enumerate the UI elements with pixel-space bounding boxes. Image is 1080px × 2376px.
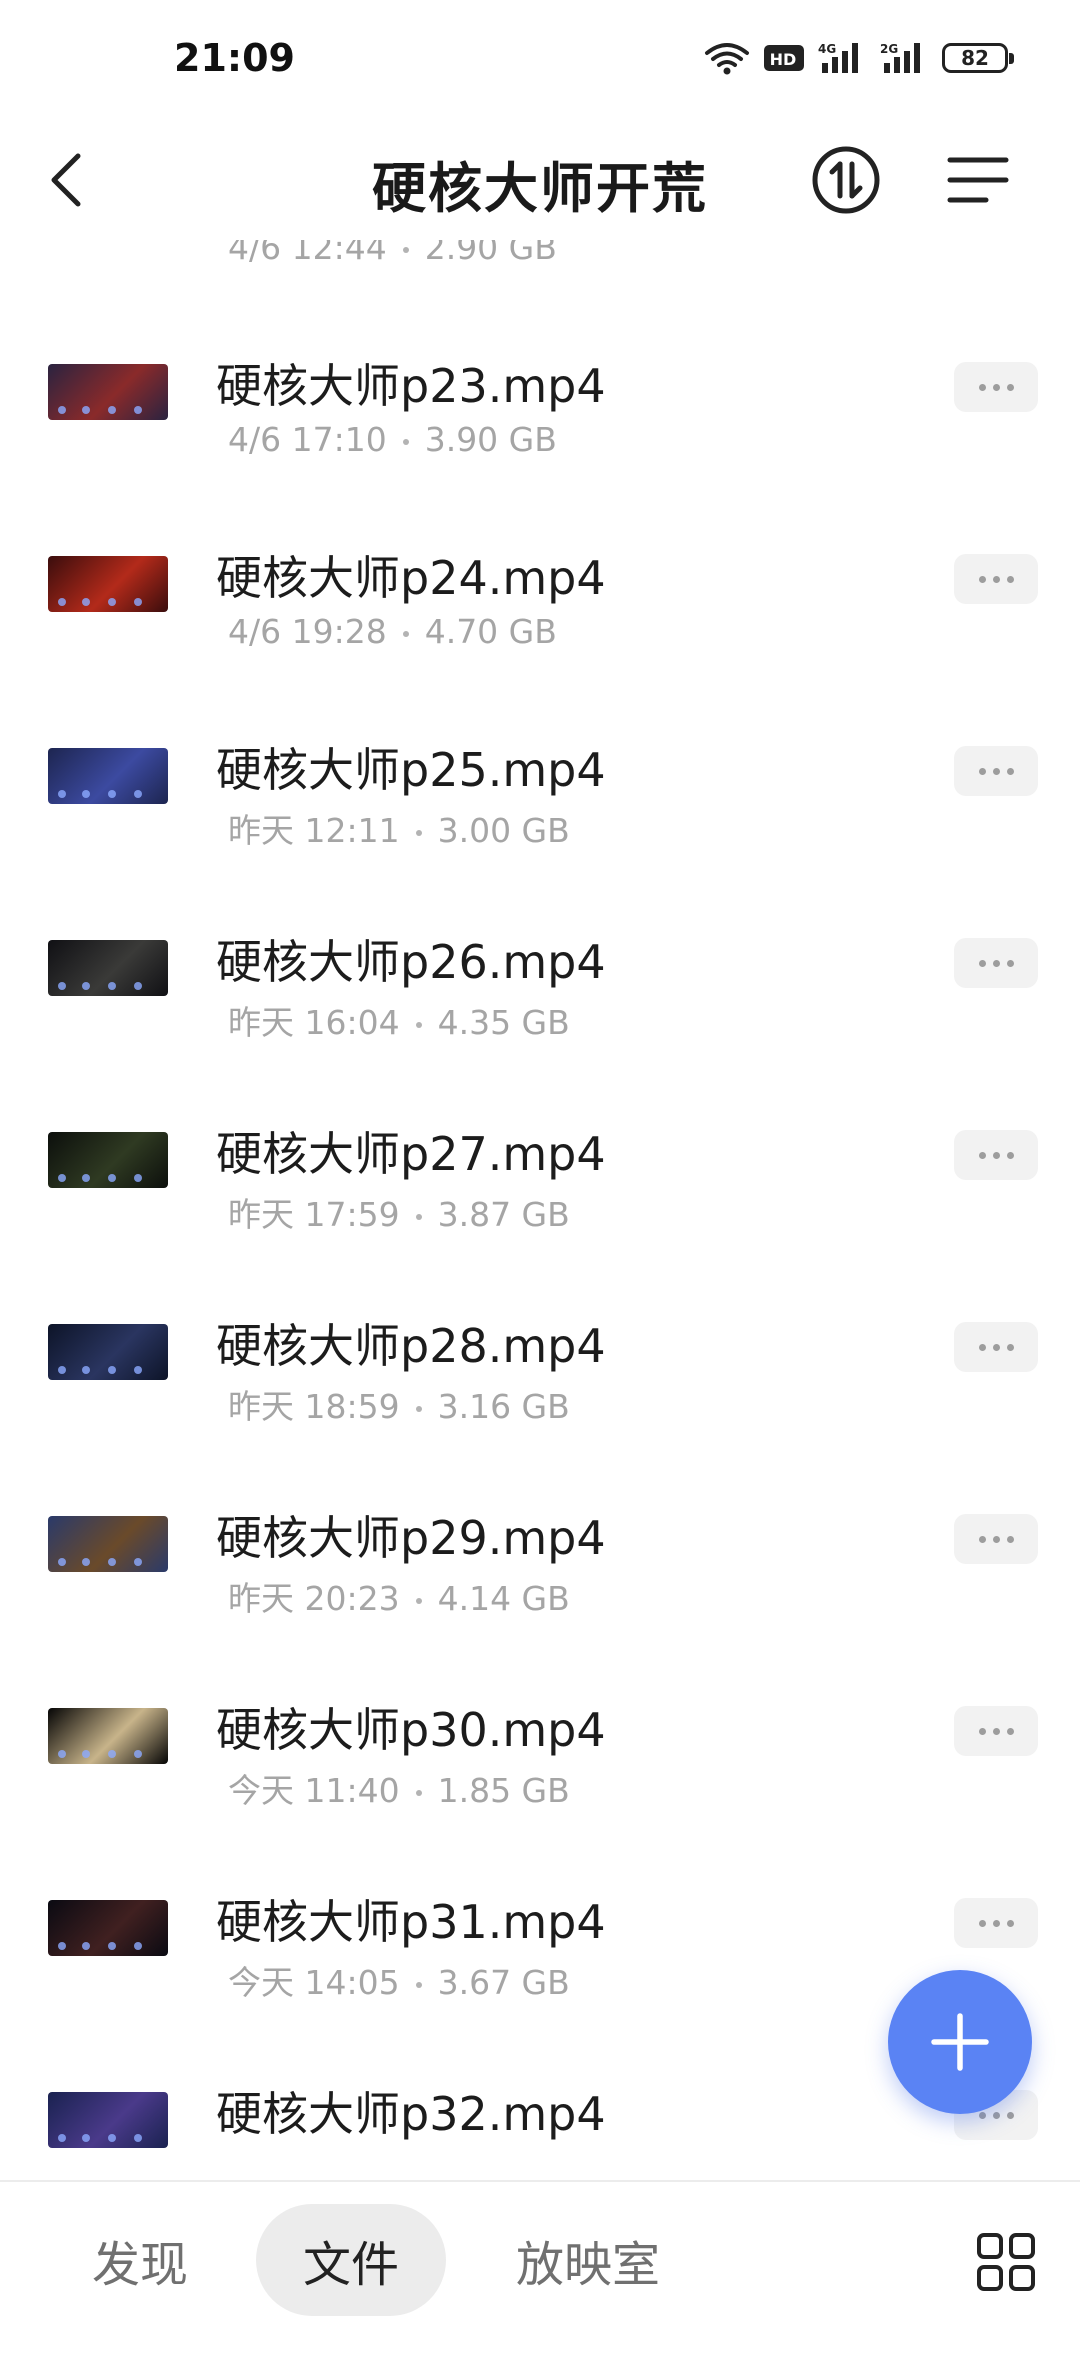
file-row[interactable]: 硬核大师p26.mp4 昨天 16:04 4.35 GB	[0, 844, 1080, 1042]
signal-4g-label: 4G	[818, 42, 836, 56]
separator-dot	[415, 1789, 422, 1796]
video-thumbnail[interactable]	[48, 940, 168, 996]
hd-icon: HD	[764, 45, 804, 71]
file-name[interactable]: 硬核大师p24.mp4	[216, 542, 606, 608]
video-thumbnail[interactable]	[48, 556, 168, 612]
menu-button[interactable]	[944, 146, 1012, 214]
status-icons: HD 4G 2G 82	[704, 38, 1014, 78]
file-row[interactable]: 硬核大师p25.mp4 昨天 12:11 3.00 GB	[0, 652, 1080, 850]
file-row[interactable]: 硬核大师p23.mp4 4/6 17:10 3.90 GB	[0, 268, 1080, 460]
more-icon	[978, 1343, 1014, 1351]
file-meta: 4/6 17:10 3.90 GB	[228, 420, 557, 459]
file-row[interactable]: 硬核大师p24.mp4 4/6 19:28 4.70 GB	[0, 460, 1080, 652]
file-meta: 4/6 12:44 2.90 GB	[228, 240, 557, 267]
more-icon	[978, 959, 1014, 967]
file-modified-time: 4/6 19:28	[228, 612, 387, 651]
file-name[interactable]: 硬核大师p31.mp4	[216, 1886, 606, 1952]
plus-icon	[931, 2013, 989, 2071]
file-row[interactable]: 硬核大师p30.mp4 今天 11:40 1.85 GB	[0, 1612, 1080, 1810]
battery-icon: 82	[942, 43, 1014, 73]
more-icon	[978, 2111, 1014, 2119]
file-row[interactable]: 硬核大师p28.mp4 昨天 18:59 3.16 GB	[0, 1228, 1080, 1426]
more-options-button[interactable]	[954, 1130, 1038, 1180]
separator-dot	[402, 438, 409, 445]
sort-button[interactable]	[810, 144, 882, 216]
video-thumbnail[interactable]	[48, 1900, 168, 1956]
separator-dot	[415, 829, 422, 836]
bottom-nav: 发现 文件 放映室	[0, 2180, 1080, 2376]
hd-label: HD	[770, 50, 797, 69]
separator-dot	[415, 1405, 422, 1412]
more-options-button[interactable]	[954, 1898, 1038, 1948]
file-name[interactable]: 硬核大师p27.mp4	[216, 1118, 606, 1184]
video-thumbnail[interactable]	[48, 1324, 168, 1380]
more-icon	[978, 1151, 1014, 1159]
separator-dot	[402, 630, 409, 637]
video-thumbnail[interactable]	[48, 2092, 168, 2148]
video-thumbnail[interactable]	[48, 748, 168, 804]
video-thumbnail[interactable]	[48, 364, 168, 420]
wifi-icon	[705, 43, 749, 75]
video-thumbnail[interactable]	[48, 1132, 168, 1188]
more-options-button[interactable]	[954, 1706, 1038, 1756]
video-thumbnail[interactable]	[48, 1516, 168, 1572]
more-icon	[978, 767, 1014, 775]
file-name[interactable]: 硬核大师p26.mp4	[216, 926, 606, 992]
separator-dot	[415, 1981, 422, 1988]
file-size: 3.90 GB	[424, 420, 557, 459]
file-modified-time: 4/6 17:10	[228, 420, 387, 459]
separator-dot	[402, 246, 409, 253]
file-row[interactable]: 硬核大师p31.mp4 今天 14:05 3.67 GB	[0, 1804, 1080, 2002]
signal-2g-icon: 2G	[880, 42, 920, 73]
tab-theater[interactable]: 放映室	[496, 2204, 680, 2316]
more-options-button[interactable]	[954, 746, 1038, 796]
add-button[interactable]	[888, 1970, 1032, 2114]
more-options-button[interactable]	[954, 1514, 1038, 1564]
menu-icon	[947, 157, 1009, 203]
separator-dot	[415, 1021, 422, 1028]
video-thumbnail[interactable]	[48, 1708, 168, 1764]
more-options-button[interactable]	[954, 938, 1038, 988]
grid-view-button[interactable]	[976, 2232, 1036, 2292]
file-name[interactable]: 硬核大师p25.mp4	[216, 734, 606, 800]
separator-dot	[415, 1213, 422, 1220]
signal-2g-label: 2G	[880, 42, 898, 56]
status-bar: 21:09 HD 4G 2G 82	[0, 0, 1080, 120]
more-icon	[978, 1727, 1014, 1735]
file-row[interactable]: 4/6 12:44 2.90 GB	[0, 240, 1080, 268]
file-name[interactable]: 硬核大师p30.mp4	[216, 1694, 606, 1760]
page-title: 硬核大师开荒	[372, 157, 708, 220]
file-name[interactable]: 硬核大师p32.mp4	[216, 2078, 606, 2144]
grid-icon	[977, 2233, 1035, 2291]
header: 硬核大师开荒	[0, 120, 1080, 240]
status-time: 21:09	[174, 36, 295, 80]
file-name[interactable]: 硬核大师p28.mp4	[216, 1310, 606, 1376]
file-name[interactable]: 硬核大师p23.mp4	[216, 350, 606, 416]
separator-dot	[415, 1597, 422, 1604]
tab-discover[interactable]: 发现	[60, 2204, 220, 2316]
more-options-button[interactable]	[954, 1322, 1038, 1372]
tab-files[interactable]: 文件	[256, 2204, 446, 2316]
more-options-button[interactable]	[954, 362, 1038, 412]
file-meta: 4/6 19:28 4.70 GB	[228, 612, 557, 651]
sort-icon	[812, 146, 880, 214]
file-row[interactable]: 硬核大师p27.mp4 昨天 17:59 3.87 GB	[0, 1036, 1080, 1234]
file-row[interactable]: 硬核大师p29.mp4 昨天 20:23 4.14 GB	[0, 1420, 1080, 1618]
battery-level: 82	[961, 46, 989, 70]
file-size: 2.90 GB	[424, 240, 557, 267]
file-name[interactable]: 硬核大师p29.mp4	[216, 1502, 606, 1568]
more-icon	[978, 1919, 1014, 1927]
file-size: 4.70 GB	[424, 612, 557, 651]
file-modified-time: 4/6 12:44	[228, 240, 387, 267]
more-icon	[978, 1535, 1014, 1543]
more-icon	[978, 383, 1014, 391]
more-icon	[978, 575, 1014, 583]
signal-4g-icon: 4G	[818, 42, 858, 73]
more-options-button[interactable]	[954, 554, 1038, 604]
file-list[interactable]: 4/6 12:44 2.90 GB 硬核大师p23.mp4 4/6 17:10 3.90…	[0, 240, 1080, 2180]
